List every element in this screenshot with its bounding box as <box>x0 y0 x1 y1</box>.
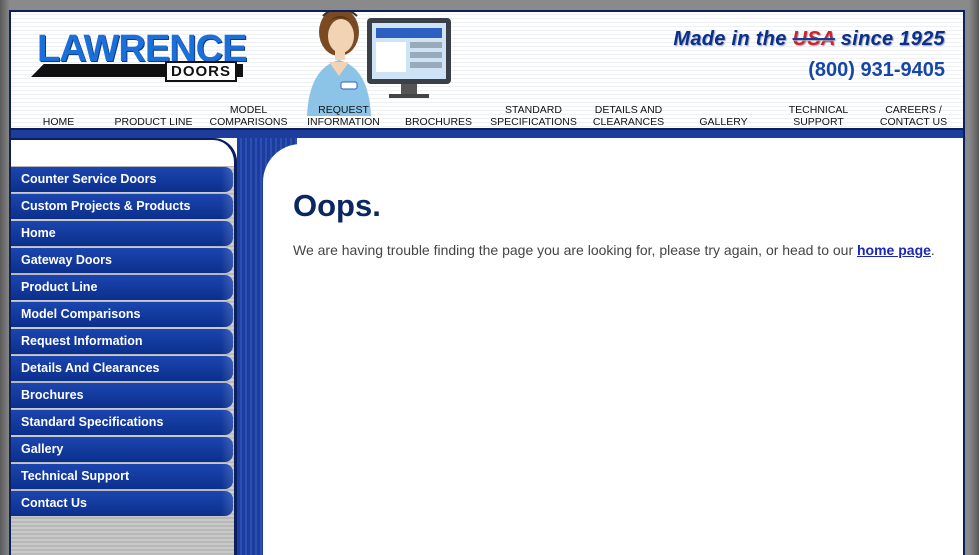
nav-careers-contact[interactable]: CAREERS / CONTACT US <box>866 104 961 128</box>
page-title: Oops. <box>293 188 381 223</box>
site-header: LAWRENCE DOORS Made in the USA since 192… <box>11 10 963 130</box>
sidebar-item-details-and-clearances[interactable]: Details And Clearances <box>11 356 233 381</box>
nav-label-line1: STANDARD <box>505 104 562 116</box>
sidebar-item-request-information[interactable]: Request Information <box>11 329 233 354</box>
sidebar-item-standard-specifications[interactable]: Standard Specifications <box>11 410 233 435</box>
nav-label-line2: SPECIFICATIONS <box>490 116 577 128</box>
nav-label-line1: DETAILS AND <box>594 104 663 116</box>
message-end: . <box>930 242 935 258</box>
tagline-usa: USA <box>792 28 835 50</box>
logo-sub-text: DOORS <box>165 61 238 82</box>
nav-label-line2: CONTACT US <box>879 116 948 128</box>
sidebar-top-cap <box>11 138 237 166</box>
sidebar-item-gateway-doors[interactable]: Gateway Doors <box>11 248 233 273</box>
nav-label-line2: HOME <box>42 116 75 128</box>
nav-request-information[interactable]: REQUEST INFORMATION <box>296 104 391 128</box>
nav-label-line2: CLEARANCES <box>592 116 665 128</box>
main-nav: HOME PRODUCT LINE MODEL COMPARISONS REQUE… <box>11 98 963 128</box>
nav-details-and-clearances[interactable]: DETAILS AND CLEARANCES <box>581 104 676 128</box>
nav-label-line2: SUPPORT <box>793 116 844 128</box>
sidebar-item-home[interactable]: Home <box>11 221 233 246</box>
nav-product-line[interactable]: PRODUCT LINE <box>106 116 201 128</box>
main-content: Oops. We are having trouble finding the … <box>293 188 953 258</box>
header-divider-band <box>11 128 963 138</box>
nav-label-line1: TECHNICAL <box>788 104 849 116</box>
sidebar-item-product-line[interactable]: Product Line <box>11 275 233 300</box>
nav-label-line2: BROCHURES <box>404 116 473 128</box>
nav-technical-support[interactable]: TECHNICAL SUPPORT <box>771 104 866 128</box>
sidebar-item-brochures[interactable]: Brochures <box>11 383 233 408</box>
page-frame: LAWRENCE DOORS Made in the USA since 192… <box>9 10 965 555</box>
nav-model-comparisons[interactable]: MODEL COMPARISONS <box>201 104 296 128</box>
nav-label-line1: REQUEST <box>318 104 369 116</box>
made-in-usa-tagline: Made in the USA since 1925 <box>673 28 945 51</box>
nav-label-line2: GALLERY <box>699 116 748 128</box>
sidebar-item-gallery[interactable]: Gallery <box>11 437 233 462</box>
sidebar-item-technical-support[interactable]: Technical Support <box>11 464 233 489</box>
nav-standard-specifications[interactable]: STANDARD SPECIFICATIONS <box>486 104 581 128</box>
nav-gallery[interactable]: GALLERY <box>676 116 771 128</box>
nav-home[interactable]: HOME <box>11 116 106 128</box>
nav-label-line2: COMPARISONS <box>209 116 288 128</box>
message-text: We are having trouble finding the page y… <box>293 242 857 258</box>
tagline-suffix: since 1925 <box>834 28 945 50</box>
sidebar-item-custom-projects[interactable]: Custom Projects & Products <box>11 194 233 219</box>
phone-number[interactable]: (800) 931-9405 <box>808 59 945 82</box>
nav-label-line1: MODEL <box>229 104 268 116</box>
home-page-link[interactable]: home page <box>857 242 931 258</box>
tagline-prefix: Made in the <box>673 28 793 50</box>
lawrence-doors-logo[interactable]: LAWRENCE DOORS <box>31 28 251 83</box>
sidebar-menu: Counter Service Doors Custom Projects & … <box>11 167 233 518</box>
sidebar-item-model-comparisons[interactable]: Model Comparisons <box>11 302 233 327</box>
sidebar-item-contact-us[interactable]: Contact Us <box>11 491 233 516</box>
nav-label-line2: PRODUCT LINE <box>114 116 193 128</box>
sidebar-item-counter-service-doors[interactable]: Counter Service Doors <box>11 167 233 192</box>
nav-brochures[interactable]: BROCHURES <box>391 116 486 128</box>
nav-label-line1: CAREERS / <box>885 104 942 116</box>
nav-label-line2: INFORMATION <box>307 116 380 128</box>
error-message: We are having trouble finding the page y… <box>293 242 953 258</box>
